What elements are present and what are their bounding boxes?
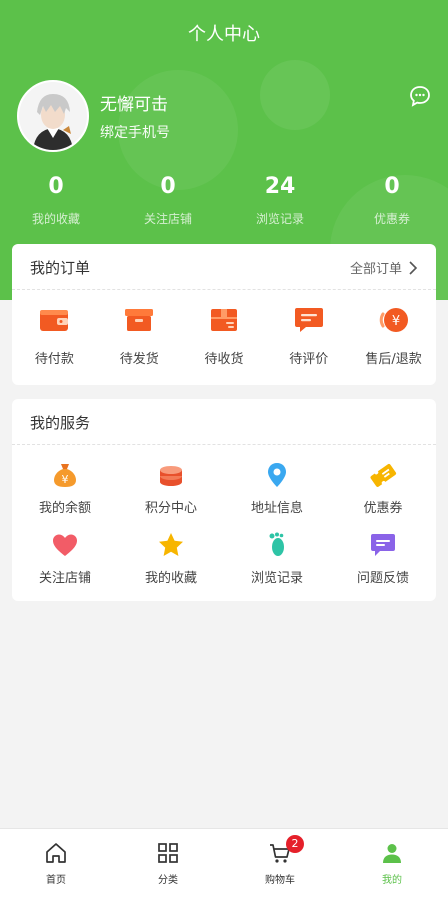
- orders-card-header: 我的订单 全部订单: [12, 244, 436, 290]
- stat-favorites[interactable]: 0 我的收藏: [0, 172, 112, 232]
- stat-value: 24: [264, 174, 296, 199]
- service-label: 我的收藏: [144, 571, 197, 586]
- service-label: 积分中心: [144, 501, 197, 516]
- order-pending-shipment[interactable]: 待发货: [97, 290, 182, 385]
- star-icon: [159, 533, 183, 556]
- all-orders-link[interactable]: 全部订单: [350, 258, 418, 277]
- orders-title: 我的订单: [30, 259, 91, 277]
- bottom-tab-bar: 首页 分类 2 购物车 我的: [0, 828, 448, 900]
- stat-value: 0: [384, 174, 400, 199]
- grid-icon: [158, 843, 178, 863]
- service-label: 问题反馈: [356, 571, 409, 586]
- stat-label: 浏览记录: [255, 212, 304, 226]
- service-label: 我的余额: [38, 501, 91, 516]
- bind-phone-link[interactable]: 绑定手机号: [100, 122, 170, 142]
- chat-icon[interactable]: [408, 84, 432, 108]
- tab-cart[interactable]: 2 购物车: [224, 829, 336, 900]
- order-item-label: 待评价: [289, 352, 329, 367]
- order-status-row: 待付款 待发货 待收货 待评价 ¥ 售后/退款: [12, 290, 436, 385]
- heart-icon: [53, 534, 77, 556]
- tab-label: 分类: [158, 875, 178, 886]
- all-orders-label: 全部订单: [349, 262, 402, 277]
- stat-browse-history[interactable]: 24 浏览记录: [224, 172, 336, 232]
- stat-label: 优惠券: [373, 212, 410, 226]
- stat-value: 0: [48, 174, 64, 199]
- feedback-icon: [371, 534, 395, 556]
- footprint-icon: [269, 532, 284, 556]
- order-item-label: 待付款: [34, 352, 74, 367]
- stats-bar: 0 我的收藏 0 关注店铺 24 浏览记录 0 优惠券: [0, 172, 448, 232]
- service-coupon[interactable]: 优惠券: [330, 461, 436, 531]
- wallet-icon: [40, 310, 69, 331]
- services-card: 我的服务 ¥ 我的余额 积分中心 地址信息 优惠券 关注店铺 我的收藏 浏览记录…: [12, 399, 436, 601]
- tab-label: 购物车: [265, 875, 295, 886]
- order-after-sales[interactable]: ¥ 售后/退款: [351, 290, 436, 385]
- tab-mine[interactable]: 我的: [336, 829, 448, 900]
- header-decoration: [260, 60, 330, 130]
- tab-label: 首页: [46, 875, 66, 886]
- money-bag-icon: ¥: [54, 464, 76, 487]
- services-grid: ¥ 我的余额 积分中心 地址信息 优惠券 关注店铺 我的收藏 浏览记录 问题反馈: [12, 445, 436, 601]
- home-icon: [46, 843, 66, 863]
- chevron-right-icon: [409, 260, 418, 275]
- refund-icon: ¥: [379, 308, 408, 332]
- service-followed-shops[interactable]: 关注店铺: [12, 531, 118, 601]
- avatar-image: [19, 82, 87, 150]
- service-label: 浏览记录: [250, 571, 303, 586]
- service-address[interactable]: 地址信息: [224, 461, 330, 531]
- order-pending-payment[interactable]: 待付款: [12, 290, 97, 385]
- tab-label: 我的: [382, 875, 402, 886]
- service-feedback[interactable]: 问题反馈: [330, 531, 436, 601]
- orders-card: 我的订单 全部订单 待付款 待发货 待收货 待评价 ¥ 售后/退款: [12, 244, 436, 385]
- svg-text:¥: ¥: [62, 473, 69, 486]
- user-icon: [383, 844, 401, 863]
- username: 无懈可击: [100, 95, 168, 115]
- coins-icon: [160, 466, 182, 486]
- order-pending-review[interactable]: 待评价: [266, 290, 351, 385]
- cart-badge: 2: [286, 835, 304, 853]
- coupon-icon: [370, 463, 397, 487]
- stat-value: 0: [160, 174, 176, 199]
- services-title: 我的服务: [30, 414, 91, 432]
- tab-home[interactable]: 首页: [0, 829, 112, 900]
- stat-label: 我的收藏: [31, 212, 80, 226]
- service-label: 地址信息: [250, 501, 303, 516]
- box-icon: [125, 309, 154, 331]
- order-item-label: 售后/退款: [365, 352, 422, 367]
- order-pending-receipt[interactable]: 待收货: [182, 290, 267, 385]
- stat-label: 关注店铺: [143, 212, 192, 226]
- stat-followed-shops[interactable]: 0 关注店铺: [112, 172, 224, 232]
- service-label: 优惠券: [363, 501, 403, 516]
- location-pin-icon: [268, 463, 286, 487]
- package-icon: [210, 309, 237, 331]
- comment-icon: [294, 308, 323, 332]
- page-title: 个人中心: [188, 24, 260, 45]
- tab-category[interactable]: 分类: [112, 829, 224, 900]
- stat-coupons[interactable]: 0 优惠券: [336, 172, 448, 232]
- service-favorites[interactable]: 我的收藏: [118, 531, 224, 601]
- service-label: 关注店铺: [38, 571, 91, 586]
- service-balance[interactable]: ¥ 我的余额: [12, 461, 118, 531]
- avatar[interactable]: [17, 80, 89, 152]
- order-item-label: 待发货: [119, 352, 159, 367]
- service-browse-history[interactable]: 浏览记录: [224, 531, 330, 601]
- svg-text:¥: ¥: [391, 314, 399, 329]
- service-points[interactable]: 积分中心: [118, 461, 224, 531]
- services-card-header: 我的服务: [12, 399, 436, 445]
- order-item-label: 待收货: [204, 352, 244, 367]
